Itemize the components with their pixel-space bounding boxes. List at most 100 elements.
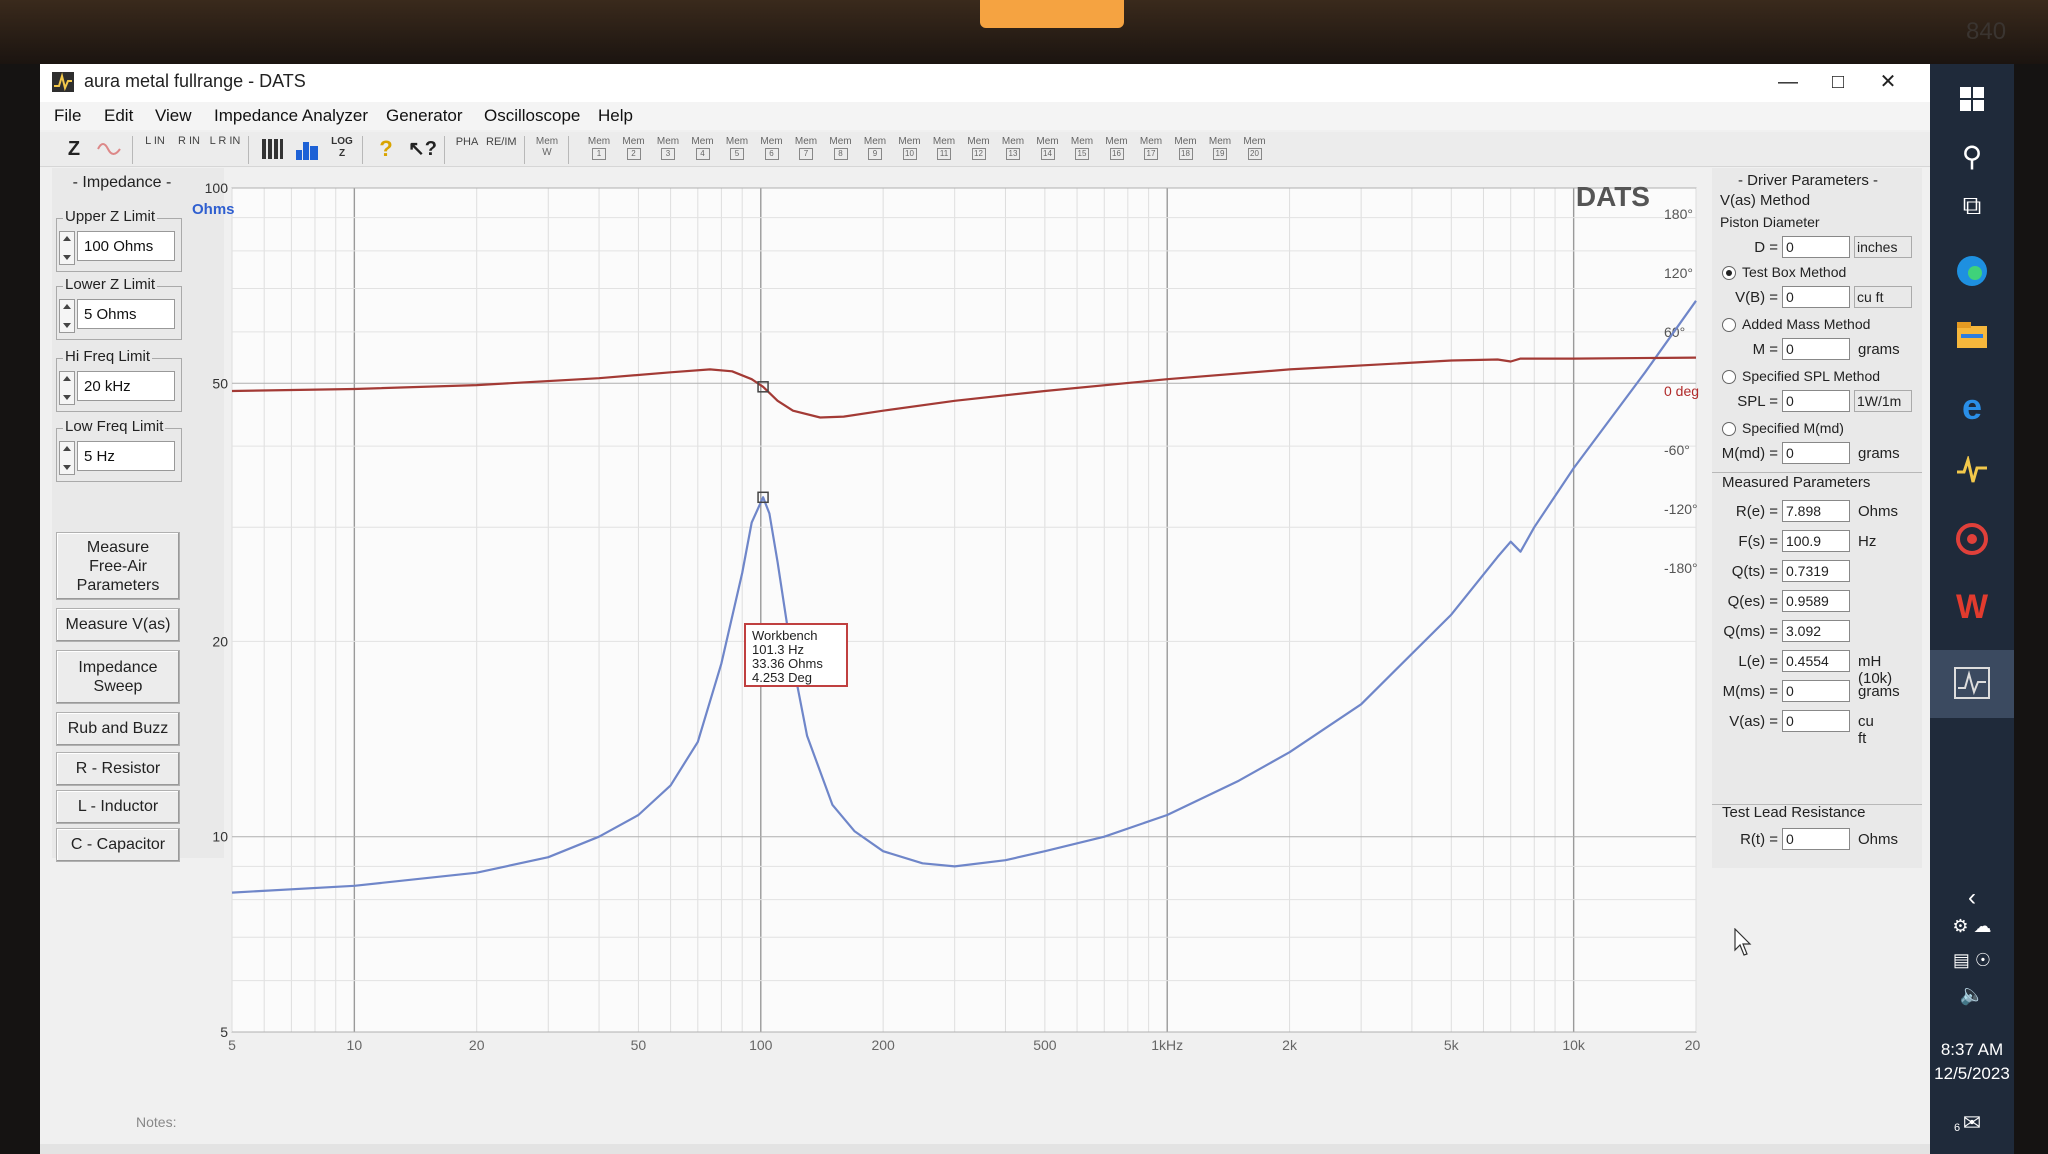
measured-value[interactable]: 3.092 [1782, 620, 1850, 642]
mem-button-5[interactable]: Mem 5 [722, 136, 752, 162]
tray-icons[interactable]: ⚙ ☁ [1930, 916, 2014, 937]
clock-date[interactable]: 12/5/2023 [1930, 1064, 2014, 1084]
file-explorer-icon[interactable] [1930, 320, 2014, 358]
piano-keys-icon[interactable] [260, 136, 284, 162]
measured-value[interactable]: 0 [1782, 680, 1850, 702]
internet-explorer-icon[interactable]: e [1930, 386, 2014, 428]
clock-time[interactable]: 8:37 AM [1930, 1040, 2014, 1060]
lower-z-spinner[interactable] [59, 299, 75, 333]
phase-tick-label: -60° [1664, 442, 1690, 458]
vb-unit[interactable]: cu ft [1854, 286, 1912, 308]
menu-help[interactable]: Help [598, 106, 633, 126]
mem-label: Mem [1139, 136, 1163, 147]
rt-field[interactable]: 0 [1782, 828, 1850, 850]
phase-button[interactable]: PHA [452, 136, 482, 162]
hi-freq-field[interactable]: 20 kHz [77, 371, 175, 401]
mem-button-20[interactable]: Mem 20 [1240, 136, 1270, 162]
rub-and-buzz-button[interactable]: Rub and Buzz [56, 712, 180, 746]
test-box-radio[interactable] [1722, 266, 1736, 280]
vb-field[interactable]: 0 [1782, 286, 1850, 308]
resistor-button[interactable]: R - Resistor [56, 752, 180, 786]
measured-value[interactable]: 0.7319 [1782, 560, 1850, 582]
mem-button-14[interactable]: Mem 14 [1033, 136, 1063, 162]
context-help-icon[interactable]: ↖? [408, 136, 437, 162]
spl-method-radio[interactable] [1722, 370, 1736, 384]
pulse-app-icon[interactable] [1930, 454, 2014, 494]
left-in-button[interactable]: L IN [140, 136, 170, 162]
menu-impedance-analyzer[interactable]: Impedance Analyzer [214, 106, 368, 126]
mem-button-16[interactable]: Mem 16 [1102, 136, 1132, 162]
impedance-sweep-button[interactable]: Impedance Sweep [56, 650, 180, 704]
menu-file[interactable]: File [54, 106, 81, 126]
impedance-plot[interactable]: 51020501002005001kHz2k5k10k20k 100502010… [190, 172, 1708, 1053]
measured-value[interactable]: 100.9 [1782, 530, 1850, 552]
measure-free-air-button[interactable]: Measure Free-Air Parameters [56, 532, 180, 600]
impedance-mode-button[interactable]: Z [64, 136, 84, 162]
mmd-method-radio[interactable] [1722, 422, 1736, 436]
d-field[interactable]: 0 [1782, 236, 1850, 258]
measured-value[interactable]: 7.898 [1782, 500, 1850, 522]
edge-browser-icon[interactable] [1930, 254, 2014, 296]
mem-button-19[interactable]: Mem 19 [1205, 136, 1235, 162]
waveform-icon[interactable] [96, 136, 122, 162]
lr-in-button[interactable]: L R IN [208, 136, 242, 162]
upper-z-field[interactable]: 100 Ohms [77, 231, 175, 261]
minimize-button[interactable]: — [1766, 66, 1810, 98]
close-button[interactable]: ✕ [1866, 66, 1910, 98]
re-im-button[interactable]: RE/IM [486, 136, 517, 162]
help-icon[interactable]: ? [376, 136, 396, 162]
log-z-button[interactable]: LOG Z [328, 136, 356, 162]
lower-z-field[interactable]: 5 Ohms [77, 299, 175, 329]
mmd-field[interactable]: 0 [1782, 442, 1850, 464]
chevron-left-icon[interactable]: ‹ [1930, 884, 2014, 912]
mem-button-10[interactable]: Mem 10 [895, 136, 925, 162]
upper-z-spinner[interactable] [59, 231, 75, 265]
mem-button-9[interactable]: Mem 9 [860, 136, 890, 162]
menu-view[interactable]: View [155, 106, 192, 126]
low-freq-field[interactable]: 5 Hz [77, 441, 175, 471]
measured-value[interactable]: 0.4554 [1782, 650, 1850, 672]
network-icon[interactable]: ▤ ☉ [1930, 950, 2014, 971]
mem-write-button[interactable]: Mem W [532, 136, 562, 162]
dats-taskbar-icon[interactable] [1930, 650, 2014, 718]
added-mass-radio[interactable] [1722, 318, 1736, 332]
mem-button-4[interactable]: Mem 4 [688, 136, 718, 162]
mem-button-3[interactable]: Mem 3 [653, 136, 683, 162]
measure-vas-button[interactable]: Measure V(as) [56, 608, 180, 642]
volume-icon[interactable]: 🔈 [1930, 982, 2014, 1007]
mem-button-11[interactable]: Mem 11 [929, 136, 959, 162]
mem-button-18[interactable]: Mem 18 [1171, 136, 1201, 162]
menu-oscilloscope[interactable]: Oscilloscope [484, 106, 580, 126]
right-in-button[interactable]: R IN [174, 136, 204, 162]
menu-generator[interactable]: Generator [386, 106, 463, 126]
measured-value[interactable]: 0.9589 [1782, 590, 1850, 612]
measured-label: F(s) = [1738, 533, 1778, 550]
capacitor-button[interactable]: C - Capacitor [56, 828, 180, 862]
measured-value[interactable]: 0 [1782, 710, 1850, 732]
mem-button-7[interactable]: Mem 7 [791, 136, 821, 162]
mem-button-15[interactable]: Mem 15 [1067, 136, 1097, 162]
mem-button-17[interactable]: Mem 17 [1136, 136, 1166, 162]
mem-button-8[interactable]: Mem 8 [826, 136, 856, 162]
menu-edit[interactable]: Edit [104, 106, 133, 126]
bar-chart-icon[interactable] [294, 136, 320, 162]
office-app-icon[interactable]: W [1930, 588, 2014, 627]
spl-unit[interactable]: 1W/1m [1854, 390, 1912, 412]
mem-button-1[interactable]: Mem 1 [584, 136, 614, 162]
low-freq-spinner[interactable] [59, 441, 75, 475]
mem-button-12[interactable]: Mem 12 [964, 136, 994, 162]
task-view-icon[interactable]: ⧉ [1930, 190, 2014, 222]
media-app-icon[interactable] [1930, 522, 2014, 564]
mem-button-2[interactable]: Mem 2 [619, 136, 649, 162]
windows-start-icon[interactable] [1930, 86, 2014, 120]
mem-button-13[interactable]: Mem 13 [998, 136, 1028, 162]
hi-freq-spinner[interactable] [59, 371, 75, 405]
search-icon[interactable]: ⚲ [1930, 140, 2014, 173]
spl-field[interactable]: 0 [1782, 390, 1850, 412]
mem-button-6[interactable]: Mem 6 [757, 136, 787, 162]
maximize-button[interactable]: □ [1816, 66, 1860, 98]
inductor-button[interactable]: L - Inductor [56, 790, 180, 824]
m-field[interactable]: 0 [1782, 338, 1850, 360]
d-unit[interactable]: inches [1854, 236, 1912, 258]
notification-icon[interactable]: ✉ [1930, 1110, 2014, 1136]
